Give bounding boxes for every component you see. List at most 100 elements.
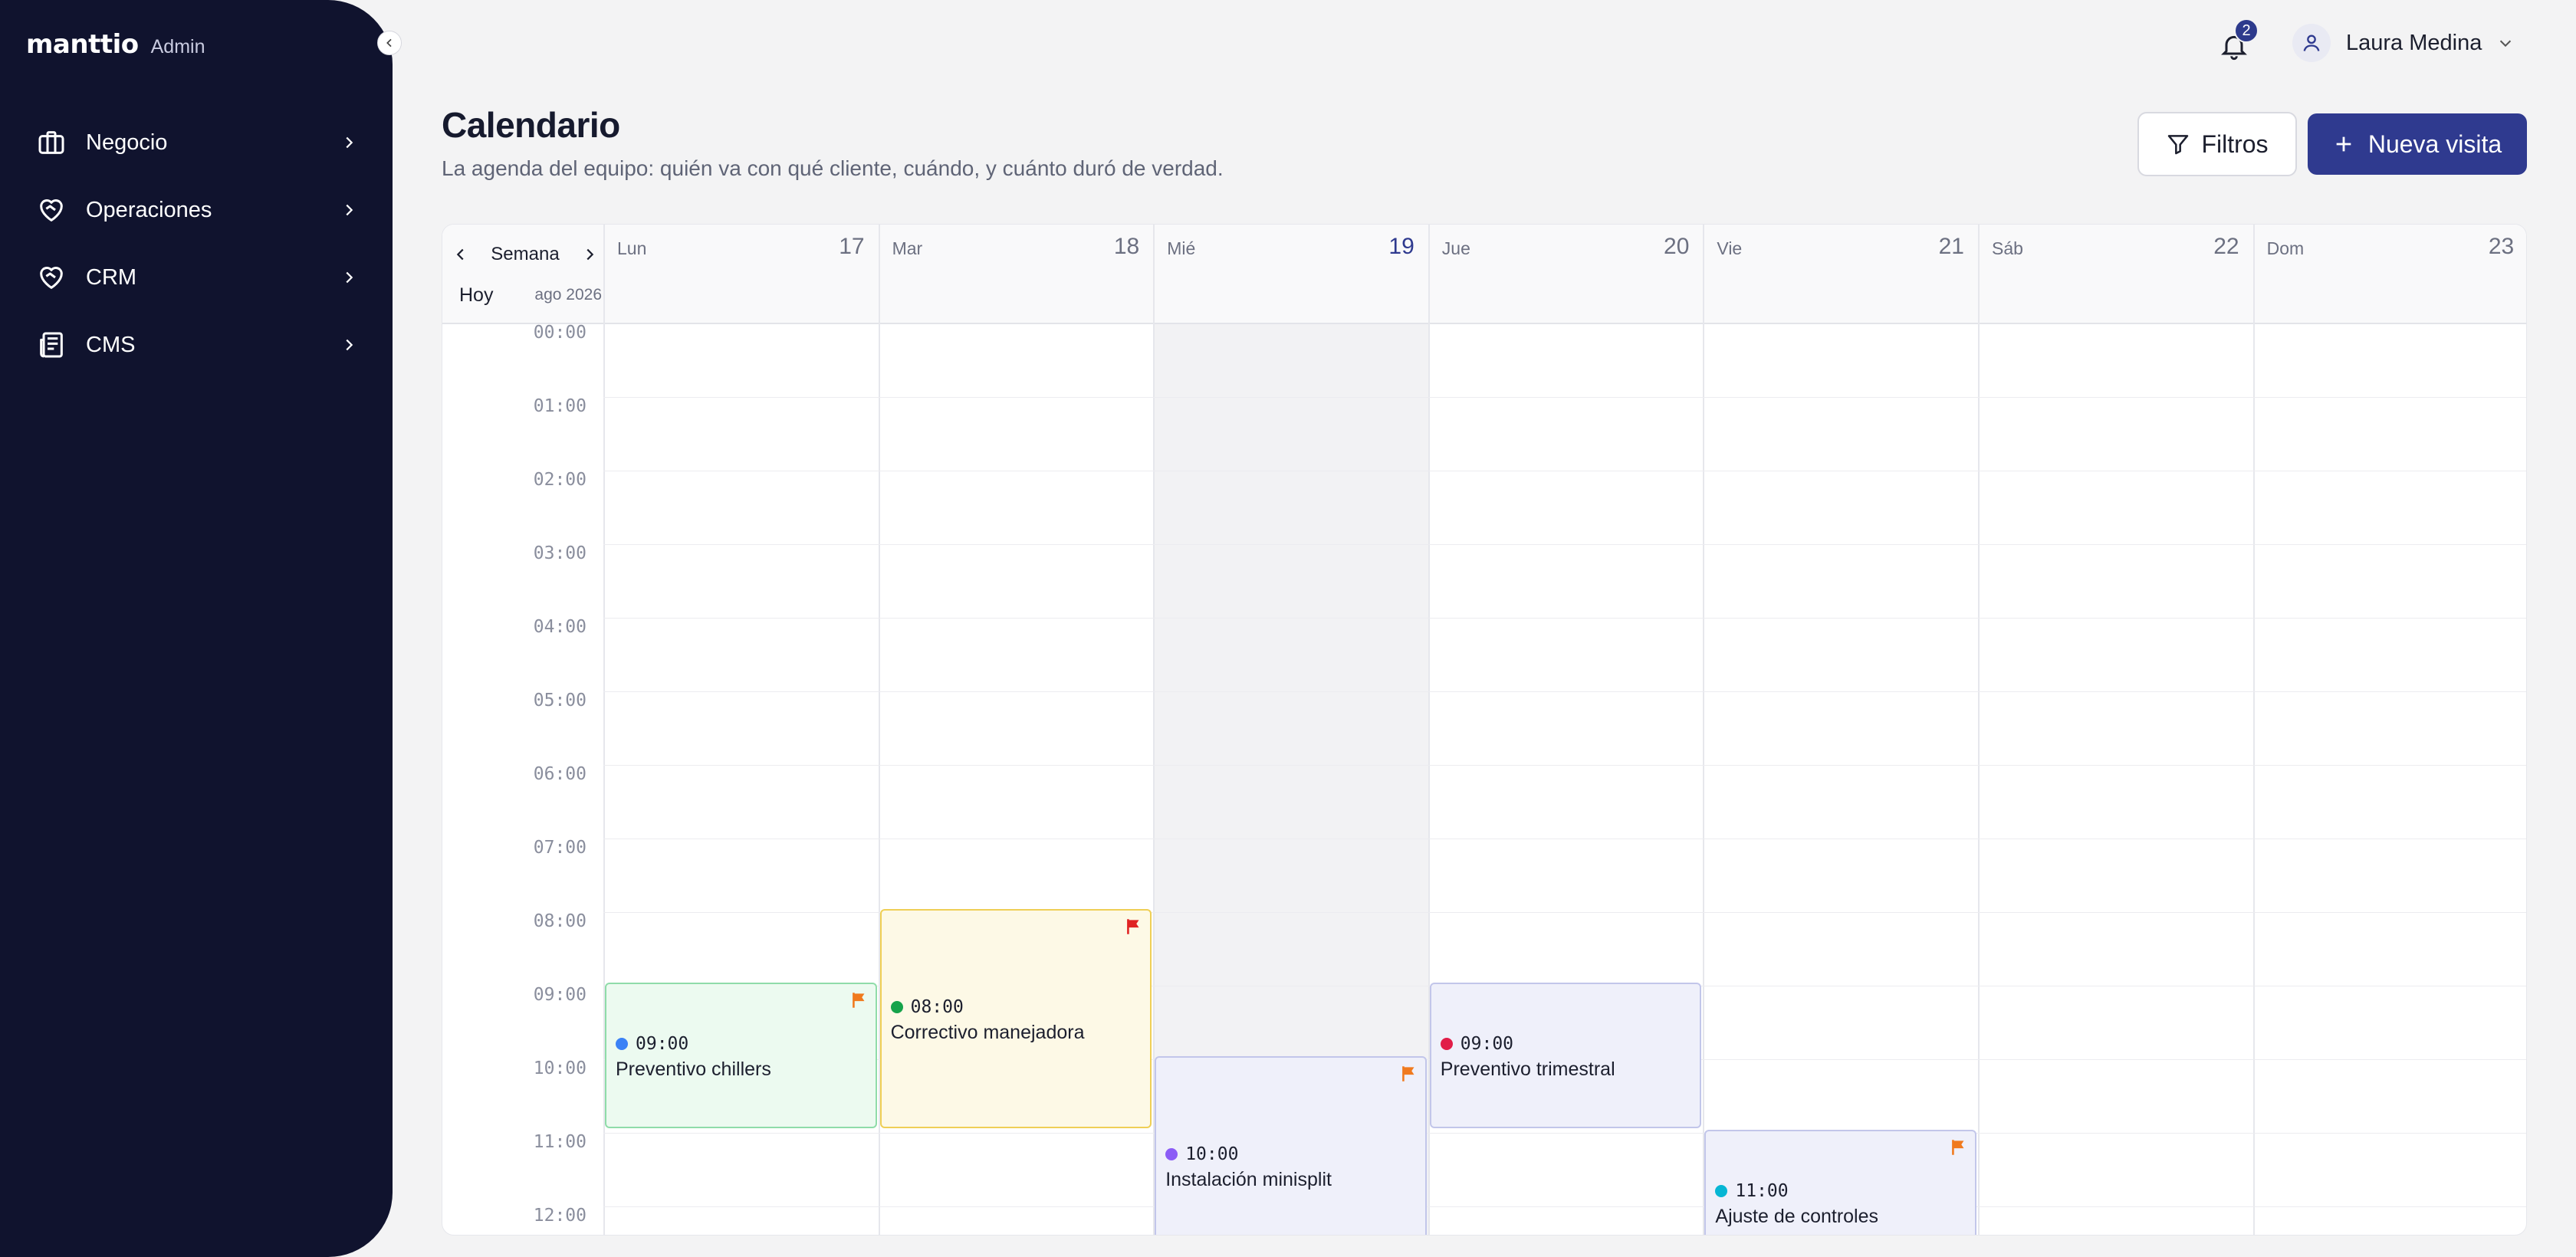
event-title: Preventivo trimestral <box>1440 1058 1615 1080</box>
hour-label: 03:00 <box>533 543 586 563</box>
newspaper-icon <box>31 324 72 366</box>
hour-label: 05:00 <box>533 691 586 711</box>
heart-handshake-icon <box>31 189 72 231</box>
day-name: Jue <box>1441 238 1470 258</box>
hour-label: 07:00 <box>533 838 586 858</box>
day-name: Sáb <box>1992 238 2023 258</box>
month-label: ago 2026 <box>534 286 602 304</box>
sidebar-item-label: Negocio <box>86 130 168 155</box>
sidebar-item-operaciones[interactable]: Operaciones <box>31 176 360 244</box>
page-subtitle: La agenda del equipo: quién va con qué c… <box>442 156 1224 180</box>
chevron-left-icon <box>386 38 392 48</box>
flag-icon <box>1127 919 1139 934</box>
chevron-right-icon <box>337 333 360 356</box>
hour-label: 09:00 <box>533 985 586 1005</box>
user-menu[interactable]: Laura Medina <box>2292 21 2514 64</box>
calendar-event[interactable]: 10:00 Instalación minisplit <box>1155 1056 1427 1235</box>
chevron-down-icon <box>2500 40 2512 48</box>
sidebar-item-label: CMS <box>86 332 136 357</box>
sidebar: manttio Admin Negocio Operaciones CRM CM… <box>0 0 393 1257</box>
sidebar-item-cms[interactable]: CMS <box>31 311 360 379</box>
day-name: Mar <box>892 238 923 258</box>
day-header[interactable]: Jue 20 <box>1428 225 1704 324</box>
calendar-grid: 00:00 01:00 02:00 03:00 04:00 05:00 06:00 07:00… <box>442 323 2526 1235</box>
calendar-event[interactable]: 08:00 Correctivo manejadora <box>879 909 1152 1128</box>
sidebar-item-crm[interactable]: CRM <box>31 244 360 311</box>
day-name: Vie <box>1717 238 1743 258</box>
hour-gridline <box>603 618 2526 619</box>
hour-label: 11:00 <box>533 1132 586 1152</box>
flag-icon <box>1952 1140 1964 1155</box>
status-dot <box>1440 1038 1453 1050</box>
calendar-event[interactable]: 09:00 Preventivo trimestral <box>1429 983 1702 1128</box>
flag-icon <box>852 993 865 1008</box>
sidebar-collapse-button[interactable] <box>377 31 402 55</box>
chevron-right-icon <box>337 199 360 222</box>
hour-label: 12:00 <box>533 1206 586 1226</box>
hour-gridline <box>603 765 2526 766</box>
calendar-event[interactable]: 09:00 Preventivo chillers <box>605 983 877 1128</box>
event-title: Correctivo manejadora <box>890 1022 1085 1043</box>
day-column[interactable] <box>2252 324 2526 1235</box>
sidebar-nav: Negocio Operaciones CRM CMS <box>31 109 360 379</box>
hour-label: 01:00 <box>533 396 586 416</box>
hour-gridline <box>603 397 2526 398</box>
filters-button[interactable]: Filtros <box>2137 112 2297 176</box>
day-number: 21 <box>1938 234 1964 259</box>
calendar-navigation: Semana Hoy ago 2026 <box>442 225 603 324</box>
today-button[interactable]: Hoy <box>459 284 493 307</box>
day-name: Dom <box>2266 238 2305 258</box>
day-header[interactable]: Mar 18 <box>878 225 1154 324</box>
calendar: Semana Hoy ago 2026 Lun 17 Mar 18 Mié 19 Jue 20… <box>442 224 2527 1236</box>
brand-tag: Admin <box>150 36 205 57</box>
day-header[interactable]: Sáb 22 <box>1978 225 2253 324</box>
chevron-right-icon <box>337 266 360 289</box>
filter-icon <box>2168 135 2189 155</box>
day-number: 17 <box>839 234 865 259</box>
view-selector[interactable]: Semana <box>491 244 559 265</box>
chevron-right-icon <box>586 248 594 261</box>
status-dot <box>1715 1185 1728 1197</box>
event-title: Preventivo chillers <box>616 1058 771 1080</box>
new-visit-button[interactable]: Nueva visita <box>2308 113 2527 175</box>
prev-week-button[interactable] <box>447 241 475 268</box>
hour-label: 02:00 <box>533 470 586 490</box>
hour-label: 08:00 <box>533 911 586 931</box>
plus-icon <box>2336 136 2351 152</box>
sidebar-item-label: CRM <box>86 264 137 290</box>
hour-gridline <box>603 1206 2526 1207</box>
sidebar-item-negocio[interactable]: Negocio <box>31 109 360 176</box>
hour-gridline <box>603 691 2526 692</box>
avatar <box>2292 24 2331 62</box>
next-week-button[interactable] <box>576 241 603 268</box>
status-dot <box>890 1001 903 1013</box>
hour-gridline <box>603 1133 2526 1134</box>
calendar-event[interactable]: 11:00 Ajuste de controles <box>1704 1130 1976 1235</box>
day-number: 20 <box>1664 234 1690 259</box>
day-header[interactable]: Dom 23 <box>2252 225 2526 324</box>
status-dot <box>616 1038 628 1050</box>
event-time: 09:00 <box>616 1034 866 1054</box>
user-icon <box>2303 34 2320 51</box>
heart-handshake-icon <box>31 257 72 298</box>
chevron-right-icon <box>337 131 360 154</box>
brand[interactable]: manttio Admin <box>26 29 205 60</box>
day-number: 19 <box>1388 234 1414 259</box>
day-column[interactable] <box>1703 324 1978 1235</box>
day-header[interactable]: Vie 21 <box>1703 225 1978 324</box>
brand-logo: manttio <box>26 29 139 60</box>
briefcase-icon <box>31 122 72 163</box>
day-name: Mié <box>1167 238 1196 258</box>
hour-label: 10:00 <box>533 1058 586 1078</box>
day-header[interactable]: Lun 17 <box>603 225 879 324</box>
day-header[interactable]: Mié 19 <box>1153 225 1428 324</box>
day-number: 23 <box>2488 234 2515 259</box>
flag-icon <box>1401 1066 1414 1081</box>
day-column[interactable] <box>1978 324 2253 1235</box>
event-time: 11:00 <box>1715 1181 1966 1201</box>
hour-label: 04:00 <box>533 617 586 637</box>
hour-gridline <box>603 544 2526 545</box>
status-dot <box>1165 1148 1178 1160</box>
chevron-left-icon <box>456 248 464 261</box>
event-title: Instalación minisplit <box>1165 1169 1332 1190</box>
